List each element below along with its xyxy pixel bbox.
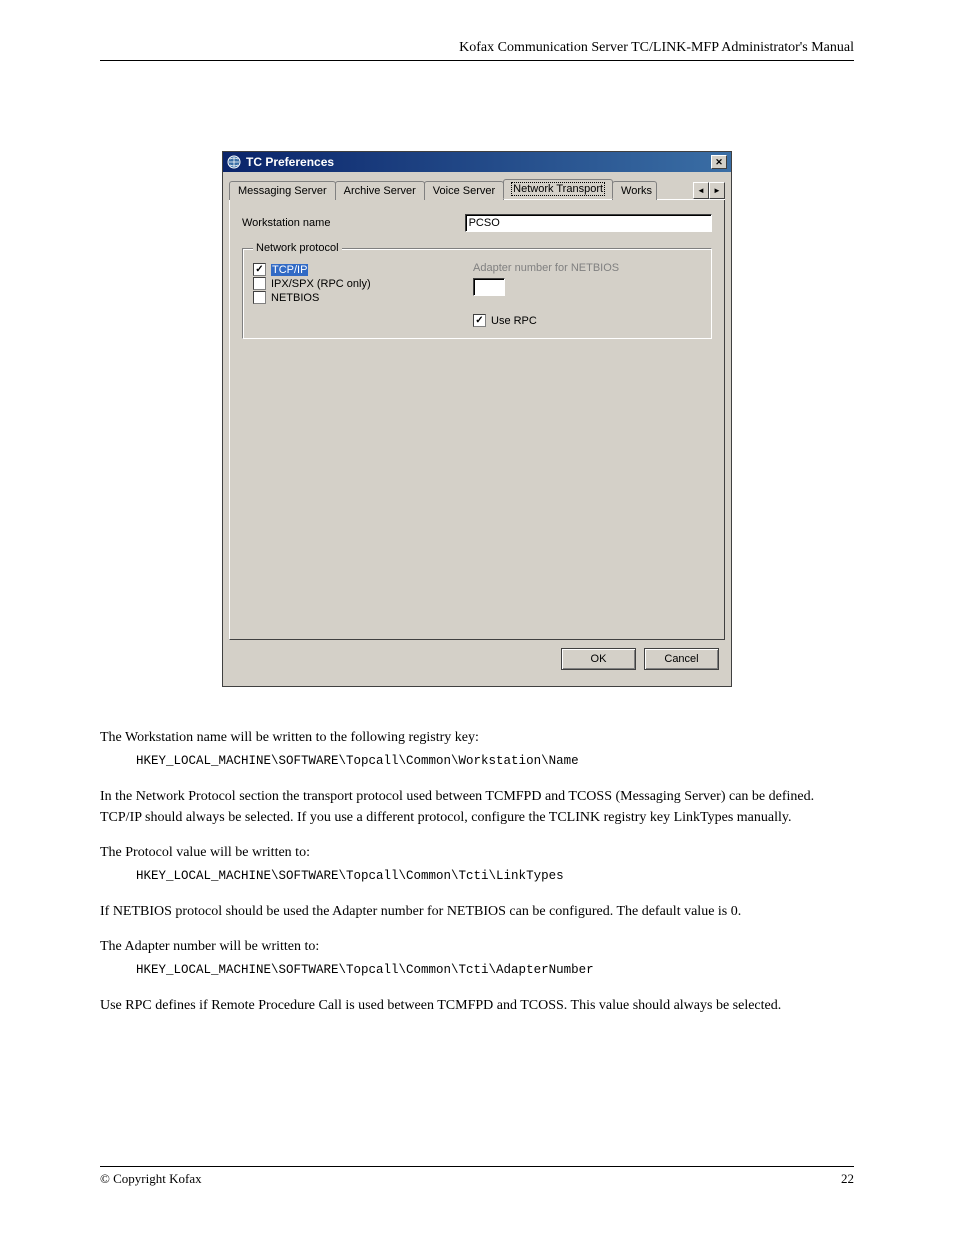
tab-voice-server[interactable]: Voice Server	[424, 181, 504, 200]
tab-strip: Messaging Server Archive Server Voice Se…	[229, 178, 725, 200]
cancel-button[interactable]: Cancel	[644, 648, 719, 670]
tab-archive-server[interactable]: Archive Server	[335, 181, 425, 200]
tab-scroll-right[interactable]: ►	[709, 182, 725, 199]
check-icon	[473, 314, 486, 327]
paragraph: If NETBIOS protocol should be used the A…	[100, 901, 854, 922]
page-header: Kofax Communication Server TC/LINK-MFP A…	[100, 40, 854, 61]
registry-path: HKEY_LOCAL_MACHINE\SOFTWARE\Topcall\Comm…	[136, 963, 854, 977]
paragraph: Use RPC defines if Remote Procedure Call…	[100, 995, 854, 1016]
paragraph: The Adapter number will be written to:	[100, 936, 854, 957]
workstation-name-input[interactable]	[465, 214, 712, 232]
ipxspx-label: IPX/SPX (RPC only)	[271, 278, 371, 290]
netbios-label: NETBIOS	[271, 292, 319, 304]
tab-messaging-server[interactable]: Messaging Server	[229, 181, 336, 200]
network-protocol-group: Network protocol TCP/IP IPX/SPX (RPC onl…	[242, 242, 712, 339]
adapter-number-label: Adapter number for NETBIOS	[473, 262, 701, 274]
registry-path: HKEY_LOCAL_MACHINE\SOFTWARE\Topcall\Comm…	[136, 869, 854, 883]
page-footer: © Copyright Kofax 22	[100, 1166, 854, 1187]
group-legend: Network protocol	[253, 242, 342, 254]
app-icon	[227, 155, 241, 169]
ok-button[interactable]: OK	[561, 648, 636, 670]
close-button[interactable]: ✕	[711, 155, 727, 169]
tab-panel: Workstation name Network protocol TCP/IP	[229, 200, 725, 640]
check-icon	[253, 291, 266, 304]
checkbox-tcpip[interactable]: TCP/IP	[253, 263, 453, 276]
paragraph: The Protocol value will be written to:	[100, 842, 854, 863]
titlebar: TC Preferences ✕	[223, 152, 731, 172]
check-icon	[253, 263, 266, 276]
check-icon	[253, 277, 266, 290]
checkbox-netbios[interactable]: NETBIOS	[253, 291, 453, 304]
tab-workstation-partial[interactable]: Works	[612, 181, 657, 200]
footer-left: © Copyright Kofax	[100, 1171, 202, 1187]
checkbox-use-rpc[interactable]: Use RPC	[473, 314, 701, 327]
dialog-title: TC Preferences	[246, 155, 334, 169]
tab-scroll-left[interactable]: ◄	[693, 182, 709, 199]
footer-page-number: 22	[841, 1171, 854, 1187]
preferences-dialog: TC Preferences ✕ Messaging Server Archiv…	[222, 151, 732, 687]
workstation-name-label: Workstation name	[242, 217, 465, 229]
registry-path: HKEY_LOCAL_MACHINE\SOFTWARE\Topcall\Comm…	[136, 754, 854, 768]
tcpip-label: TCP/IP	[271, 264, 308, 276]
checkbox-ipxspx[interactable]: IPX/SPX (RPC only)	[253, 277, 453, 290]
adapter-number-input	[473, 278, 505, 296]
use-rpc-label: Use RPC	[491, 315, 537, 327]
paragraph: The Workstation name will be written to …	[100, 727, 854, 748]
paragraph: In the Network Protocol section the tran…	[100, 786, 854, 828]
tab-network-transport[interactable]: Network Transport	[503, 179, 613, 199]
